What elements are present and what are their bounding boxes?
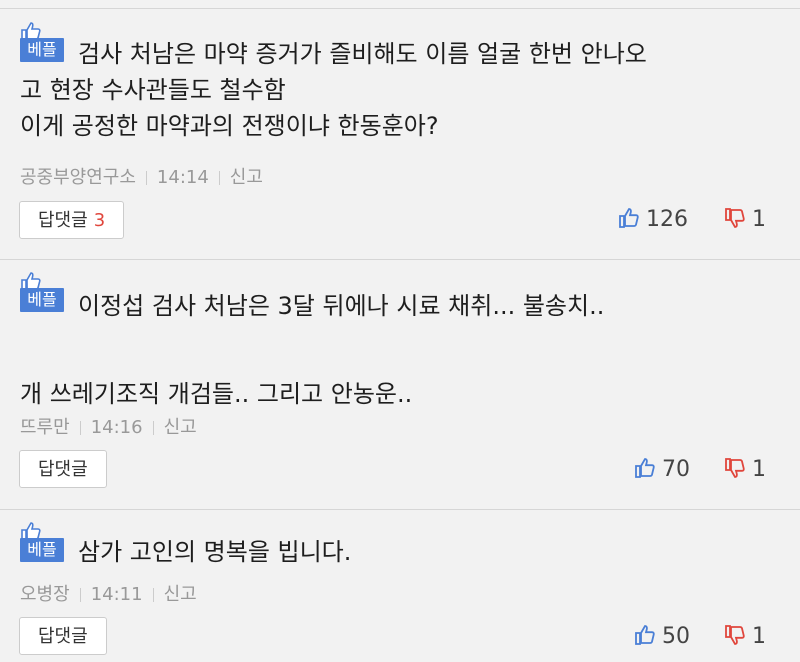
- comment-text: 검사 처남은 마약 증거가 즐비해도 이름 얼굴 한번 안나오 고 현장 수사관…: [20, 40, 647, 140]
- report-link[interactable]: 신고: [164, 584, 197, 605]
- meta-separator: [218, 171, 220, 185]
- downvote-count: 1: [752, 457, 766, 482]
- downvote-button[interactable]: 1: [724, 623, 766, 651]
- downvote-count: 1: [752, 624, 766, 649]
- downvote-count: 1: [752, 207, 766, 232]
- reply-button[interactable]: 답댓글 3: [19, 201, 125, 239]
- report-link[interactable]: 신고: [164, 417, 197, 438]
- upvote-button[interactable]: 70: [634, 456, 690, 484]
- reply-button-label: 답댓글: [38, 626, 88, 647]
- comment-time: 14:16: [90, 417, 143, 438]
- meta-separator: [145, 171, 147, 185]
- comment-divider: [0, 509, 800, 510]
- comment-text: 삼가 고인의 명복을 빕니다.: [78, 538, 352, 566]
- comment-time: 14:14: [156, 167, 209, 188]
- thumbs-up-icon: [619, 208, 639, 228]
- upvote-count: 50: [662, 624, 690, 649]
- meta-separator: [152, 588, 154, 602]
- upvote-count: 126: [646, 207, 688, 232]
- comment-text: 이정섭 검사 처남은 3달 뒤에나 시료 채취... 불송치.. 개 쓰레기조직…: [20, 292, 605, 408]
- thumbs-down-icon: [725, 625, 745, 645]
- comment-meta: 오병장 14:11 신고: [20, 584, 197, 606]
- meta-separator: [79, 588, 81, 602]
- reply-button-label: 답댓글: [38, 459, 88, 480]
- downvote-button[interactable]: 1: [724, 456, 766, 484]
- comment-time: 14:11: [90, 584, 143, 605]
- upvote-button[interactable]: 126: [618, 206, 688, 234]
- thumbs-down-icon: [725, 208, 745, 228]
- comment-author[interactable]: 공중부양연구소: [20, 167, 136, 188]
- report-link[interactable]: 신고: [230, 167, 263, 188]
- thumbs-up-icon: [635, 625, 655, 645]
- thumbs-up-icon: [635, 458, 655, 478]
- comment-author[interactable]: 오병장: [20, 584, 70, 605]
- meta-separator: [152, 421, 154, 435]
- comment-meta: 공중부양연구소 14:14 신고: [20, 167, 263, 189]
- thumbs-down-icon: [725, 458, 745, 478]
- upvote-count: 70: [662, 457, 690, 482]
- reply-button-label: 답댓글: [38, 210, 88, 231]
- comment-author[interactable]: 뜨루만: [20, 417, 70, 438]
- reply-button[interactable]: 답댓글: [19, 617, 107, 655]
- downvote-button[interactable]: 1: [724, 206, 766, 234]
- reply-count: 3: [93, 210, 106, 231]
- top-divider: [0, 8, 800, 9]
- upvote-button[interactable]: 50: [634, 623, 690, 651]
- comment-divider: [0, 259, 800, 260]
- reply-button[interactable]: 답댓글: [19, 450, 107, 488]
- meta-separator: [79, 421, 81, 435]
- comment-meta: 뜨루만 14:16 신고: [20, 417, 197, 439]
